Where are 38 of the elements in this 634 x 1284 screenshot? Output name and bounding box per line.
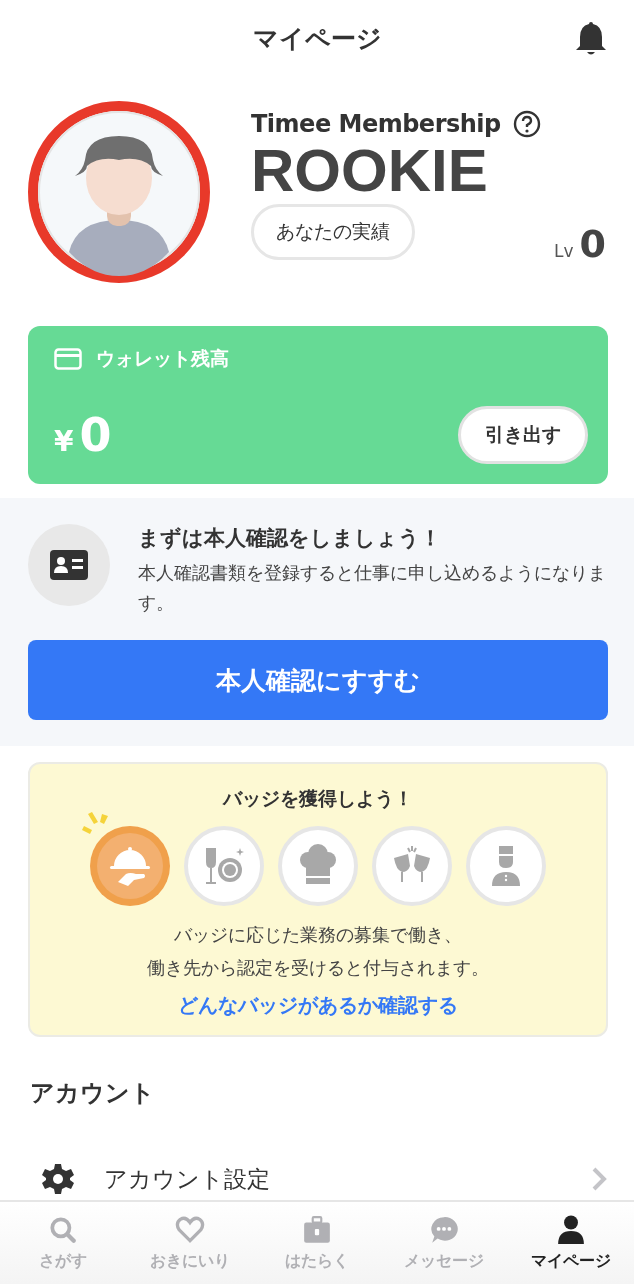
bell-icon[interactable] — [574, 20, 608, 56]
verification-description: 本人確認書類を登録すると仕事に申し込めるようになります。 — [138, 561, 607, 615]
avatar-icon — [27, 100, 211, 284]
badge-icon[interactable] — [466, 826, 546, 906]
withdraw-button[interactable]: 引き出す — [458, 406, 588, 464]
section-heading: アカウント — [30, 1078, 156, 1109]
achievements-button[interactable]: あなたの実績 — [251, 204, 415, 260]
briefcase-icon — [302, 1214, 332, 1245]
badge-icon[interactable] — [90, 826, 170, 906]
id-card-icon — [50, 550, 88, 580]
card-icon — [54, 348, 82, 370]
badge-title: バッジを獲得しよう！ — [223, 786, 413, 811]
badge-list-link[interactable]: どんなバッジがあるか確認する — [178, 992, 458, 1019]
wallet-balance: 0 — [79, 408, 112, 462]
rank-title: ROOKIE — [251, 138, 489, 204]
person-icon — [555, 1214, 586, 1245]
membership-title: Timee Membership — [251, 110, 501, 138]
page-title: マイページ — [252, 22, 382, 55]
badge-icon[interactable] — [372, 826, 452, 906]
badge-icon[interactable] — [278, 826, 358, 906]
badge-icon[interactable] — [184, 826, 264, 906]
tab-item[interactable]: マイページ — [507, 1202, 634, 1284]
heart-icon — [175, 1214, 206, 1245]
chat-icon — [428, 1214, 459, 1245]
help-icon[interactable] — [512, 110, 541, 138]
level-label: Lv — [554, 241, 574, 261]
badge-description: バッジに応じた業務の募集で働き、 — [174, 923, 462, 947]
chevron-icon — [590, 1165, 608, 1193]
wallet-title: ウォレット残高 — [96, 346, 229, 371]
sparkle-icon — [82, 812, 110, 834]
search-icon — [48, 1214, 79, 1245]
badge-description: 働き先から認定を受けると付与されます。 — [147, 956, 489, 980]
verify-button[interactable]: 本人確認にすすむ — [28, 640, 608, 720]
account-settings-item[interactable]: アカウント設定 — [104, 1163, 560, 1195]
level-value: 0 — [579, 222, 606, 266]
currency-symbol: ¥ — [54, 425, 74, 458]
verification-title: まずは本人確認をしましょう！ — [138, 525, 442, 552]
settings-icon — [42, 1163, 74, 1195]
